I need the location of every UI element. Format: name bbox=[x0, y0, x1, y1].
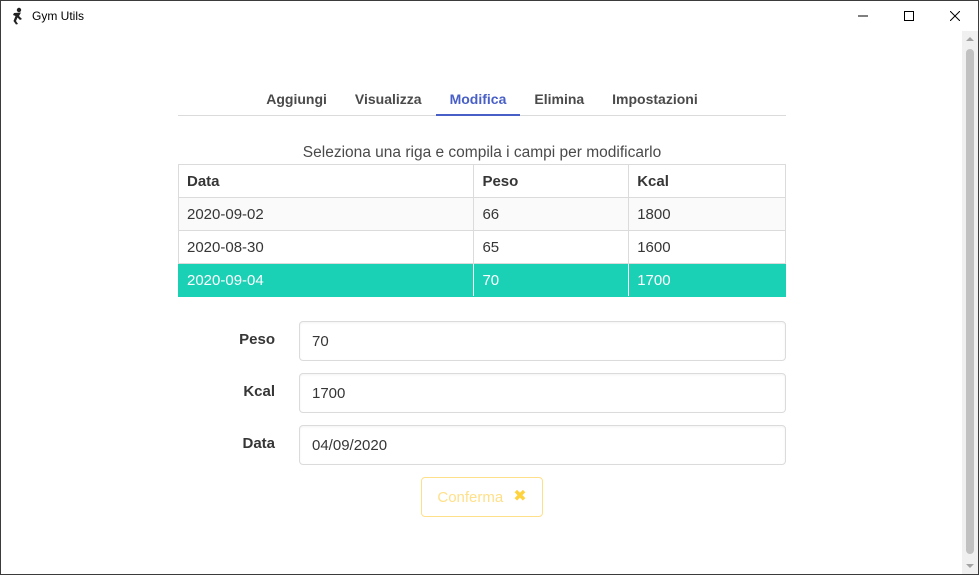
table-header-row: Data Peso Kcal bbox=[177, 164, 786, 198]
peso-field-row: Peso bbox=[178, 321, 786, 361]
cell-kcal[interactable]: 1800 bbox=[628, 197, 786, 231]
window-title: Gym Utils bbox=[32, 9, 84, 23]
cell-peso[interactable]: 66 bbox=[473, 197, 630, 231]
table-row[interactable]: 2020-08-30 65 1600 bbox=[177, 230, 786, 264]
data-label: Data bbox=[242, 435, 275, 452]
tab-bar: Aggiungi Visualizza Modifica Elimina Imp… bbox=[178, 81, 786, 116]
column-header-kcal: Kcal bbox=[628, 164, 786, 198]
data-field-row: Data bbox=[178, 425, 786, 465]
maximize-icon bbox=[904, 11, 914, 21]
cell-data[interactable]: 2020-08-30 bbox=[177, 230, 475, 264]
minimize-icon bbox=[858, 15, 868, 17]
data-input[interactable] bbox=[299, 425, 786, 465]
cell-data[interactable]: 2020-09-02 bbox=[177, 197, 475, 231]
column-header-peso: Peso bbox=[473, 164, 630, 198]
title-bar[interactable]: Gym Utils bbox=[1, 1, 978, 31]
scroll-up-arrow-icon[interactable] bbox=[966, 37, 974, 41]
cell-data[interactable]: 2020-09-04 bbox=[177, 263, 475, 297]
peso-input[interactable] bbox=[299, 321, 786, 361]
kcal-label: Kcal bbox=[243, 383, 275, 400]
kcal-input[interactable] bbox=[299, 373, 786, 413]
scrollbar-thumb[interactable] bbox=[966, 49, 974, 554]
tab-visualizza[interactable]: Visualizza bbox=[341, 81, 436, 116]
tab-impostazioni[interactable]: Impostazioni bbox=[598, 81, 712, 116]
cell-kcal[interactable]: 1600 bbox=[628, 230, 786, 264]
peso-label: Peso bbox=[239, 331, 275, 348]
tab-aggiungi[interactable]: Aggiungi bbox=[252, 81, 341, 116]
vertical-scrollbar[interactable] bbox=[962, 31, 978, 574]
tab-modifica[interactable]: Modifica bbox=[435, 81, 521, 116]
kcal-field-row: Kcal bbox=[178, 373, 786, 413]
close-window-button[interactable] bbox=[932, 1, 978, 31]
column-header-data: Data bbox=[177, 164, 475, 198]
cell-peso[interactable]: 70 bbox=[473, 263, 630, 297]
tab-elimina[interactable]: Elimina bbox=[520, 81, 598, 116]
close-window-icon bbox=[950, 11, 960, 21]
records-table: Data Peso Kcal 2020-09-02 66 1800 2020-0… bbox=[177, 164, 786, 297]
scroll-down-arrow-icon[interactable] bbox=[966, 564, 974, 568]
cell-kcal[interactable]: 1700 bbox=[628, 263, 786, 297]
app-window: Gym Utils Aggiungi Visualizza Modifica E… bbox=[0, 0, 979, 575]
table-row[interactable]: 2020-09-02 66 1800 bbox=[177, 197, 786, 231]
instructions-text: Seleziona una riga e compila i campi per… bbox=[302, 144, 662, 161]
table-row-selected[interactable]: 2020-09-04 70 1700 bbox=[177, 263, 786, 297]
confirm-button-label: Conferma bbox=[437, 488, 504, 506]
close-icon: ✖ bbox=[513, 488, 527, 505]
cell-peso[interactable]: 65 bbox=[473, 230, 630, 264]
minimize-button[interactable] bbox=[840, 1, 886, 31]
figure-icon bbox=[10, 7, 26, 25]
confirm-button[interactable]: Conferma ✖ bbox=[421, 477, 543, 517]
maximize-button[interactable] bbox=[886, 1, 932, 31]
